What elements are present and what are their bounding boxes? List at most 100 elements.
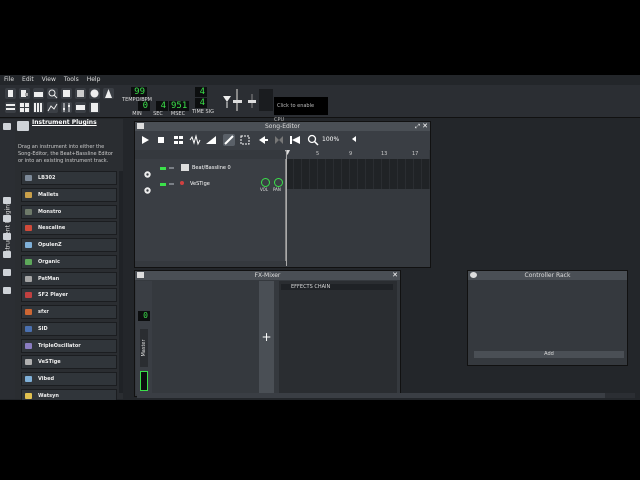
add-sample-track-icon[interactable] [189,134,201,146]
plugin-item[interactable]: VeSTige [21,355,117,370]
menu-help[interactable]: Help [83,75,105,84]
new-project-icon[interactable] [5,88,16,99]
menu-bar: File Edit View Tools Help [0,75,640,85]
ruler-tick: 5 [316,151,320,157]
search-icon[interactable] [47,88,58,99]
workspace-scroll-area [605,393,635,398]
master-volume-handle[interactable] [233,100,242,103]
workspace-horizontal-scrollbar[interactable] [137,393,605,398]
track-name[interactable]: VeSTige [190,181,210,187]
pan-knob[interactable] [274,178,283,187]
zoom-icon[interactable] [307,134,319,146]
plugin-item[interactable]: Mallets [21,187,117,202]
solo-led[interactable] [169,167,174,169]
plugin-item[interactable]: OpulenZ [21,238,117,252]
automation-editor-icon[interactable] [47,102,58,113]
add-beat-bassline-icon[interactable] [173,134,185,146]
menu-tools[interactable]: Tools [60,75,83,84]
controller-rack-titlebar[interactable]: Controller Rack [468,271,627,280]
add-automation-track-icon[interactable] [205,134,217,146]
add-controller-button[interactable]: Add [474,351,624,358]
timeline-ruler[interactable]: 5 9 13 17 [285,150,429,159]
zoom-value[interactable]: 100% [322,136,339,143]
new-from-template-icon[interactable] [19,88,30,99]
plugin-item[interactable]: SF2 Player [21,288,117,303]
menu-view[interactable]: View [38,75,60,84]
song-editor-titlebar[interactable]: Song-Editor ⤢ ✕ [135,122,430,131]
save-as-icon[interactable] [75,88,86,99]
my-presets-icon[interactable] [3,233,11,240]
volume-knob[interactable] [261,178,270,187]
cpu-meter[interactable]: Click to enable [274,97,328,115]
my-projects-icon[interactable] [3,197,11,204]
stop-position-icon[interactable] [273,134,285,146]
plugin-list: LB302 Mallets Monstro Nescaline OpulenZ Organ… [21,171,117,400]
fx-mixer-titlebar[interactable]: FX-Mixer ✕ [135,271,400,280]
plugins-description: Drag an instrument into either the Song-… [18,144,113,164]
play-icon[interactable] [139,134,151,146]
min-label: MIN [132,111,142,117]
master-channel-strip[interactable]: 0 Master [136,281,152,394]
master-fader[interactable] [140,371,148,391]
timesig-denominator[interactable]: 4 [195,98,207,108]
menu-file[interactable]: File [0,75,18,84]
metronome-icon[interactable] [103,88,114,99]
plugin-item[interactable]: PatMan [21,271,117,286]
save-icon[interactable] [61,88,72,99]
effects-chain-label[interactable]: EFFECTS CHAIN [281,284,393,290]
master-pitch-slider[interactable] [248,93,256,108]
solo-led[interactable] [169,183,174,185]
master-channel-number: 0 [138,311,150,321]
root-directory-icon[interactable] [3,269,11,276]
song-editor-icon[interactable] [5,102,16,113]
back-to-start-icon[interactable] [257,134,269,146]
plugin-item[interactable]: TripleOscillator [21,338,117,353]
zoom-dropdown-icon[interactable] [352,136,356,142]
menu-edit[interactable]: Edit [18,75,38,84]
computer-icon[interactable] [3,287,11,294]
oscilloscope[interactable] [259,89,273,111]
plugin-icon [25,258,32,265]
plugin-list-scrollbar[interactable] [119,171,123,393]
close-icon[interactable]: ✕ [392,271,398,280]
tempo-display[interactable]: 99 [131,87,147,97]
plugin-item[interactable]: Nescaline [21,221,117,236]
project-notes-icon[interactable] [89,102,100,113]
master-volume-slider[interactable] [223,93,231,108]
open-project-icon[interactable] [33,88,44,99]
plugins-tab-icon[interactable] [3,123,11,130]
mute-led[interactable] [160,183,166,186]
gear-icon[interactable] [143,164,152,178]
gear-icon[interactable] [143,180,152,194]
rewind-icon[interactable] [289,134,301,146]
pattern-grid[interactable] [286,159,430,189]
plugin-item[interactable]: Organic [21,254,117,269]
plugin-icon [25,325,32,332]
plugins-panel-title: Instrument Plugins [32,119,97,126]
my-samples-icon[interactable] [3,215,11,222]
draw-mode-icon[interactable] [223,134,235,146]
timesig-numerator[interactable]: 4 [195,87,207,97]
plugin-item[interactable]: Monstro [21,204,117,219]
fx-mixer-icon[interactable] [61,102,72,113]
plugin-label: SID [38,325,48,332]
plugin-item[interactable]: Vibed [21,372,117,386]
mute-led[interactable] [160,167,166,170]
add-channel-button[interactable]: + [259,281,274,394]
track-vestige[interactable]: VeSTige VOL PAN [135,177,285,194]
close-icon[interactable]: ✕ [422,122,428,131]
track-name[interactable]: Beat/Bassline 0 [192,165,231,171]
my-home-icon[interactable] [3,251,11,258]
plugin-item[interactable]: LB302 [21,171,117,185]
plugin-item[interactable]: Watsyn [21,388,117,400]
info-icon[interactable] [89,88,100,99]
controller-rack-icon[interactable] [75,102,86,113]
plugin-item[interactable]: sfxr [21,305,117,319]
plugin-item[interactable]: SID [21,321,117,336]
stop-icon[interactable] [155,134,167,146]
maximize-icon[interactable]: ⤢ [415,122,420,131]
edit-mode-icon[interactable] [239,134,251,146]
beat-bassline-icon[interactable] [19,102,30,113]
track-beat-bassline[interactable]: Beat/Bassline 0 [135,161,285,178]
piano-roll-icon[interactable] [33,102,44,113]
